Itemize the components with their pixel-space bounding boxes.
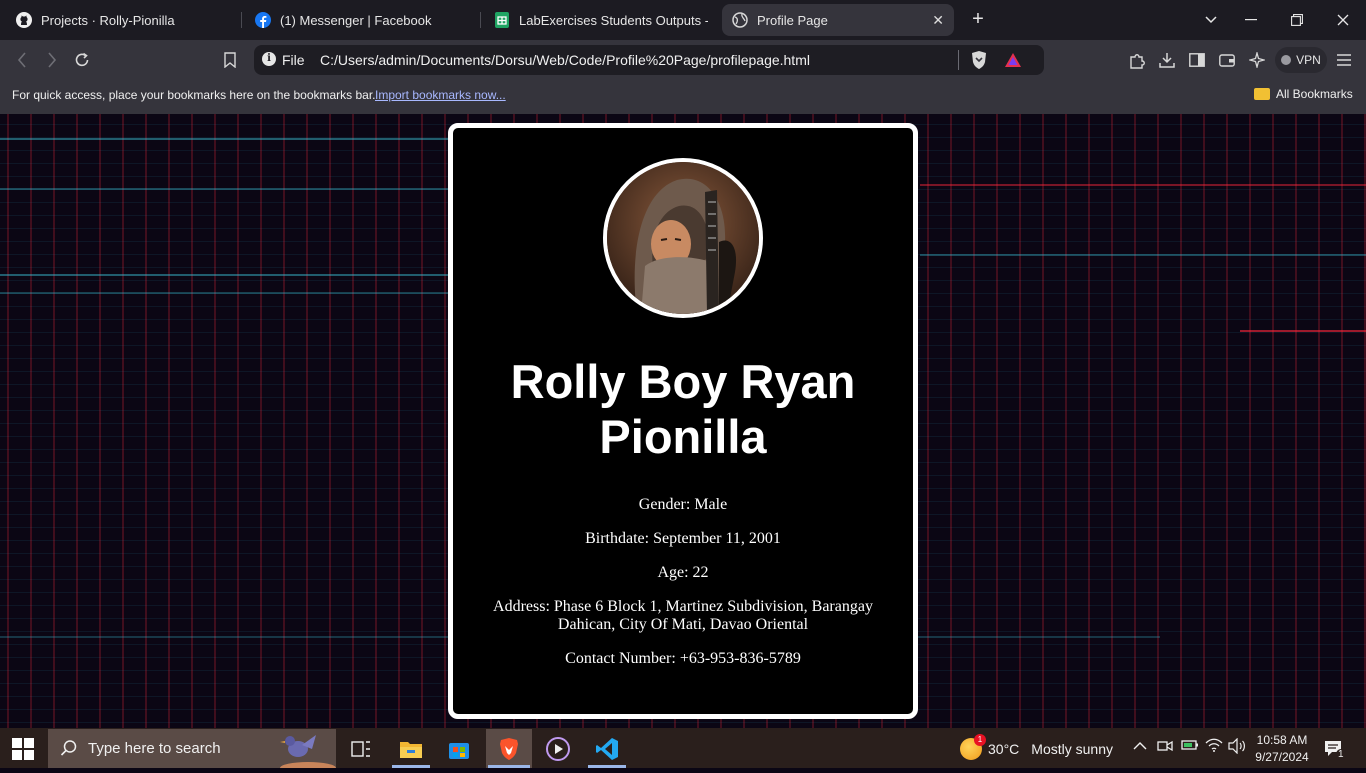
close-window-button[interactable] bbox=[1329, 6, 1357, 34]
github-icon bbox=[16, 12, 32, 28]
forward-button[interactable] bbox=[40, 48, 64, 72]
downloads-icon[interactable] bbox=[1157, 50, 1177, 70]
folder-icon bbox=[1254, 88, 1270, 100]
glitch-streak bbox=[0, 188, 448, 190]
all-bookmarks-button[interactable]: All Bookmarks bbox=[1254, 87, 1353, 101]
site-info-icon[interactable]: i bbox=[262, 52, 276, 66]
glitch-streak bbox=[1240, 330, 1366, 332]
leo-ai-icon[interactable] bbox=[1247, 50, 1267, 70]
facebook-icon bbox=[255, 12, 271, 28]
menu-icon[interactable] bbox=[1334, 50, 1354, 70]
minimize-button[interactable] bbox=[1237, 6, 1265, 34]
volume-icon[interactable] bbox=[1228, 737, 1246, 757]
tab-label: Profile Page bbox=[757, 12, 828, 28]
tab-lab-exercises-sheet[interactable]: LabExercises Students Outputs - Go bbox=[484, 4, 708, 36]
tab-label: LabExercises Students Outputs - Go bbox=[519, 12, 708, 28]
glitch-streak bbox=[0, 138, 448, 140]
battery-icon[interactable] bbox=[1181, 738, 1199, 755]
wallet-icon[interactable] bbox=[1217, 50, 1237, 70]
search-highlight-bird-icon bbox=[274, 731, 336, 773]
profile-birthdate: Birthdate: September 11, 2001 bbox=[585, 530, 781, 547]
search-placeholder: Type here to search bbox=[88, 740, 221, 757]
tab-separator bbox=[480, 12, 481, 28]
tab-separator bbox=[241, 12, 242, 28]
profile-contact: Contact Number: +63-953-836-5789 bbox=[565, 650, 801, 667]
media-player-icon[interactable] bbox=[535, 729, 581, 768]
vscode-icon[interactable] bbox=[584, 729, 630, 768]
globe-icon bbox=[732, 12, 748, 28]
windows-logo-tile bbox=[24, 750, 34, 760]
glitch-streak bbox=[0, 292, 448, 294]
windows-logo-tile bbox=[12, 750, 22, 760]
brave-shields-icon[interactable] bbox=[969, 50, 989, 70]
tab-facebook-messenger[interactable]: (1) Messenger | Facebook bbox=[245, 4, 477, 36]
windows-logo-tile bbox=[12, 738, 22, 748]
clock-date: 9/27/2024 bbox=[1255, 750, 1309, 764]
glitch-streak bbox=[920, 184, 1366, 186]
tab-search-chevron-icon[interactable] bbox=[1197, 6, 1225, 34]
notification-count: 1 bbox=[1336, 749, 1346, 760]
show-hidden-icons-chevron-icon[interactable] bbox=[1133, 738, 1147, 754]
back-button[interactable] bbox=[10, 48, 34, 72]
camera-icon[interactable] bbox=[1157, 738, 1173, 757]
glitch-streak bbox=[920, 254, 1366, 256]
system-clock[interactable]: 10:58 AM 9/27/2024 bbox=[1253, 732, 1311, 766]
restore-button[interactable] bbox=[1283, 6, 1311, 34]
tab-label: Projects · Rolly-Pionilla bbox=[41, 12, 175, 28]
bookmarks-prompt: For quick access, place your bookmarks h… bbox=[12, 88, 376, 102]
glitch-streak bbox=[0, 274, 448, 276]
brave-browser-icon[interactable] bbox=[486, 729, 532, 768]
notifications-icon[interactable]: 1 bbox=[1324, 739, 1346, 762]
tab-profile-page[interactable]: Profile Page ✕ bbox=[722, 4, 954, 36]
microsoft-store-icon[interactable] bbox=[436, 729, 482, 768]
taskbar-search-box[interactable]: Type here to search bbox=[48, 729, 336, 773]
weather-sun-icon: 1 bbox=[960, 734, 986, 760]
address-scheme-label: File bbox=[282, 52, 305, 68]
import-bookmarks-link[interactable]: Import bookmarks now... bbox=[375, 88, 506, 102]
all-bookmarks-label: All Bookmarks bbox=[1276, 87, 1353, 101]
bookmark-icon[interactable] bbox=[218, 48, 242, 72]
address-divider bbox=[958, 50, 959, 70]
close-tab-icon[interactable]: ✕ bbox=[932, 12, 944, 29]
clock-time: 10:58 AM bbox=[1256, 733, 1308, 747]
google-sheets-icon bbox=[494, 12, 510, 28]
weather-temperature: 30°C bbox=[988, 741, 1020, 757]
profile-gender: Gender: Male bbox=[638, 496, 728, 513]
windows-logo-tile bbox=[24, 738, 34, 748]
wifi-icon[interactable] bbox=[1205, 738, 1223, 755]
new-tab-button[interactable]: + bbox=[966, 8, 990, 32]
vpn-button[interactable]: VPN bbox=[1275, 47, 1327, 73]
address-url-text[interactable]: C:/Users/admin/Documents/Dorsu/Web/Code/… bbox=[320, 52, 810, 68]
sidebar-icon[interactable] bbox=[1187, 50, 1207, 70]
windows-start-button[interactable] bbox=[12, 738, 34, 760]
tab-label: (1) Messenger | Facebook bbox=[280, 12, 432, 28]
file-explorer-icon[interactable] bbox=[388, 729, 434, 768]
profile-address: Address: Phase 6 Block 1, Martinez Subdi… bbox=[493, 598, 873, 633]
profile-avatar bbox=[603, 158, 763, 318]
extensions-icon[interactable] bbox=[1127, 50, 1147, 70]
weather-condition: Mostly sunny bbox=[1031, 741, 1113, 757]
weather-badge: 1 bbox=[974, 734, 986, 746]
brave-rewards-icon[interactable] bbox=[1003, 50, 1023, 70]
reload-button[interactable] bbox=[70, 48, 94, 72]
vpn-label: VPN bbox=[1296, 53, 1321, 67]
tab-github-projects[interactable]: Projects · Rolly-Pionilla bbox=[6, 4, 238, 36]
vpn-status-icon bbox=[1281, 55, 1292, 65]
profile-age: Age: 22 bbox=[657, 564, 709, 581]
profile-name: Rolly Boy Ryan Pionilla bbox=[510, 355, 856, 463]
weather-widget[interactable]: 1 30°C Mostly sunny bbox=[960, 734, 1113, 760]
task-view-button[interactable] bbox=[338, 729, 384, 768]
search-icon bbox=[60, 739, 78, 762]
